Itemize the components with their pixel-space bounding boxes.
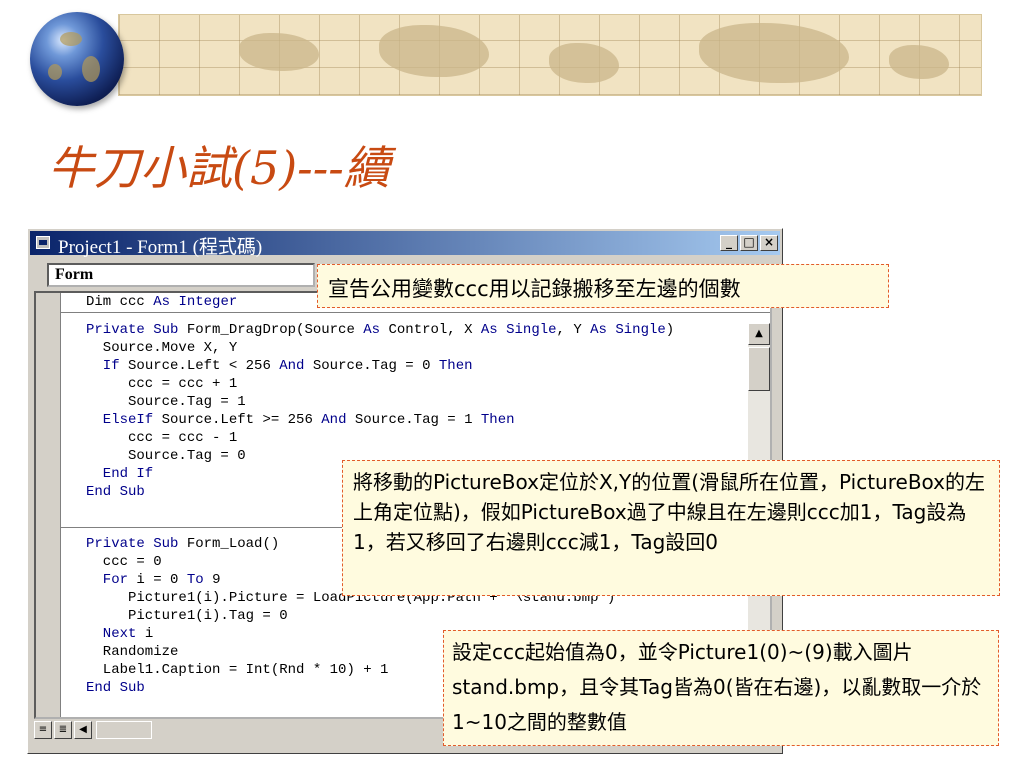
code-text: Source.Move X, Y	[86, 340, 238, 356]
globe-icon	[30, 12, 124, 106]
procedure-separator	[60, 312, 770, 313]
code-line[interactable]: Randomize	[86, 643, 179, 661]
callout-variable-note: 宣告公用變數ccc用以記錄搬移至左邊的個數	[317, 264, 889, 308]
code-line[interactable]: ccc = ccc + 1	[86, 375, 237, 393]
code-keyword: As	[153, 294, 179, 310]
code-text: Form_Load()	[186, 536, 280, 552]
code-text: i	[144, 626, 154, 642]
window-titlebar[interactable]: Project1 - Form1 (程式碼) _ □ ×	[30, 231, 780, 258]
code-keyword: Single	[506, 322, 557, 338]
scroll-up-icon[interactable]: ▲	[748, 323, 770, 345]
code-text: Form_DragDrop(Source	[186, 322, 364, 338]
code-keyword: As	[363, 322, 389, 338]
code-keyword: Single	[615, 322, 666, 338]
full-module-view-icon[interactable]: ≣	[54, 721, 72, 739]
code-line[interactable]: Source.Tag = 0	[86, 447, 246, 465]
callout-dragdrop-note: 將移動的PictureBox定位於X,Y的位置(滑鼠所在位置，PictureBo…	[342, 460, 1000, 596]
code-keyword: End Sub	[86, 484, 145, 500]
object-combo-value: Form	[55, 266, 94, 283]
code-text: ccc = 0	[86, 554, 162, 570]
code-line[interactable]: ccc = ccc - 1	[86, 429, 237, 447]
code-line[interactable]: Dim ccc As Integer	[86, 293, 237, 311]
code-text: ccc = ccc + 1	[86, 376, 238, 392]
scroll-left-icon[interactable]: ◀	[74, 721, 92, 739]
code-line[interactable]: End If	[86, 465, 153, 483]
code-line[interactable]: ccc = 0	[86, 553, 162, 571]
code-text: i = 0	[136, 572, 187, 588]
code-text: ccc = ccc - 1	[86, 430, 238, 446]
world-map-banner	[118, 14, 982, 96]
object-combo[interactable]: Form	[47, 263, 315, 287]
code-keyword: As	[480, 322, 507, 338]
vb-code-window-icon	[36, 236, 50, 249]
code-keyword: And	[321, 412, 355, 428]
minimize-button[interactable]: _	[720, 235, 738, 251]
code-line[interactable]: ElseIf Source.Left >= 256 And Source.Tag…	[86, 411, 515, 429]
code-keyword: Private Sub	[86, 536, 187, 552]
code-keyword: End Sub	[86, 680, 145, 696]
code-keyword: To	[186, 572, 213, 588]
scroll-thumb[interactable]	[748, 347, 770, 391]
code-text: Source.Tag = 0	[312, 358, 439, 374]
code-line[interactable]: Picture1(i).Tag = 0	[86, 607, 288, 625]
code-line[interactable]: Next i	[86, 625, 153, 643]
code-text: Source.Tag = 1	[354, 412, 481, 428]
code-line[interactable]: Private Sub Form_DragDrop(Source As Cont…	[86, 321, 674, 339]
code-keyword: Then	[480, 412, 515, 428]
code-text: 9	[212, 572, 221, 588]
callout-formload-note: 設定ccc起始值為0，並令Picture1(0)~(9)載入圖片stand.bm…	[443, 630, 999, 746]
code-line[interactable]: If Source.Left < 256 And Source.Tag = 0 …	[86, 357, 473, 375]
horizontal-scroll-thumb[interactable]	[96, 721, 152, 739]
code-keyword: ElseIf	[86, 412, 162, 428]
code-text: Control, X	[388, 322, 481, 338]
code-keyword: And	[279, 358, 313, 374]
code-text: Source.Left < 256	[128, 358, 280, 374]
slide-title: 牛刀小試(5)---續	[48, 141, 390, 195]
code-keyword: Integer	[178, 294, 238, 310]
code-text: , Y	[556, 322, 591, 338]
window-title: Project1 - Form1 (程式碼)	[58, 237, 263, 258]
bottom-bar: ≡ ≣ ◀	[34, 721, 214, 741]
code-text: Picture1(i).Tag = 0	[86, 608, 288, 624]
code-text: Source.Left >= 256	[161, 412, 322, 428]
code-line[interactable]: Source.Move X, Y	[86, 339, 237, 357]
code-text: Dim ccc	[86, 294, 154, 310]
code-keyword: For	[86, 572, 137, 588]
code-line[interactable]: For i = 0 To 9	[86, 571, 221, 589]
close-button[interactable]: ×	[760, 235, 778, 251]
code-keyword: Next	[86, 626, 145, 642]
code-text: Randomize	[86, 644, 179, 660]
procedure-view-icon[interactable]: ≡	[34, 721, 52, 739]
code-line[interactable]: Private Sub Form_Load()	[86, 535, 279, 553]
code-text: Label1.Caption = Int(Rnd * 10) + 1	[86, 662, 389, 678]
code-text: Source.Tag = 1	[86, 394, 246, 410]
code-line[interactable]: Source.Tag = 1	[86, 393, 246, 411]
code-keyword: Then	[438, 358, 473, 374]
code-keyword: End If	[86, 466, 154, 482]
code-keyword: As	[590, 322, 616, 338]
code-line[interactable]: End Sub	[86, 483, 145, 501]
code-keyword: Private Sub	[86, 322, 187, 338]
code-line[interactable]: End Sub	[86, 679, 145, 697]
code-text: )	[665, 322, 675, 338]
editor-margin	[36, 293, 61, 717]
code-text: Source.Tag = 0	[86, 448, 246, 464]
code-line[interactable]: Label1.Caption = Int(Rnd * 10) + 1	[86, 661, 389, 679]
code-keyword: If	[86, 358, 129, 374]
maximize-button[interactable]: □	[740, 235, 758, 251]
